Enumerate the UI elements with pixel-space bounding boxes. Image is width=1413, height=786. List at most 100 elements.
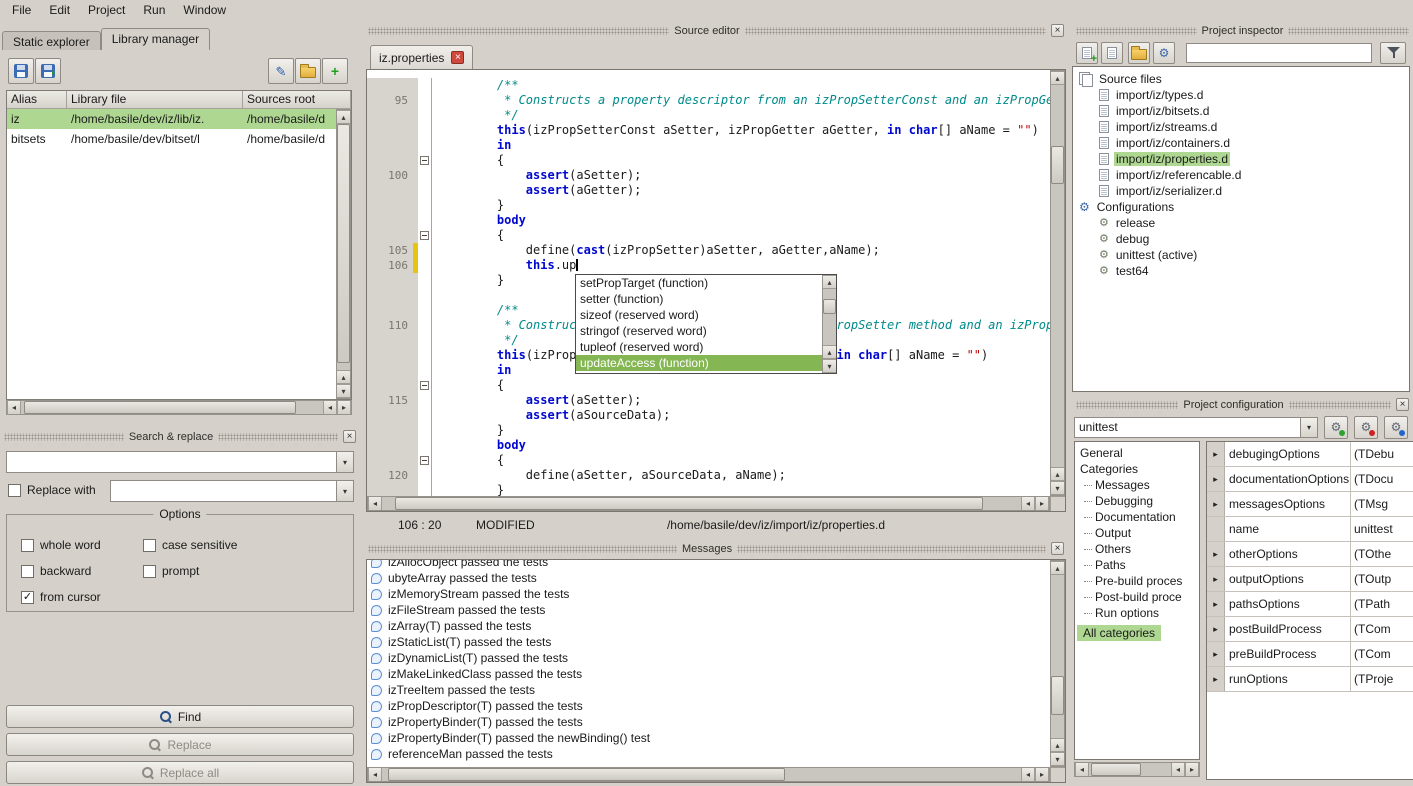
code-text[interactable]: */ <box>432 108 1050 123</box>
tab-library-manager[interactable]: Library manager <box>101 28 210 50</box>
tab-static-explorer[interactable]: Static explorer <box>2 31 101 50</box>
category-item[interactable]: General <box>1075 445 1199 461</box>
tree-item-file[interactable]: import/iz/containers.d <box>1073 135 1409 151</box>
scroll-down-button[interactable]: ▾ <box>337 384 350 398</box>
expand-arrow-icon[interactable]: ▸ <box>1207 567 1225 591</box>
fold-toggle-icon[interactable] <box>420 381 429 390</box>
configuration-selector[interactable]: unittest ▾ <box>1074 417 1318 438</box>
code-text[interactable]: body <box>432 213 1050 228</box>
checkbox-icon[interactable] <box>143 539 156 552</box>
scroll-right-button[interactable]: ▸ <box>1035 497 1049 510</box>
property-row[interactable]: ▸documentationOptions(TDocu <box>1207 467 1413 492</box>
replace-with-checkbox[interactable] <box>8 484 21 497</box>
scroll-thumb[interactable] <box>823 299 836 314</box>
option-prompt[interactable]: prompt <box>143 563 237 579</box>
close-icon[interactable]: × <box>343 430 356 443</box>
message-item[interactable]: izPropDescriptor(T) passed the tests <box>367 698 1050 714</box>
property-value[interactable]: unittest <box>1351 517 1413 541</box>
add-library-button[interactable]: + <box>322 58 348 84</box>
property-row[interactable]: ▸otherOptions(TOthe <box>1207 542 1413 567</box>
option-whole-word[interactable]: whole word <box>21 537 101 553</box>
property-row[interactable]: ▸messagesOptions(TMsg <box>1207 492 1413 517</box>
expand-arrow-icon[interactable]: ▸ <box>1207 617 1225 641</box>
code-text[interactable]: assert(aSetter); <box>432 168 1050 183</box>
expand-arrow-icon[interactable]: ▸ <box>1207 492 1225 516</box>
completion-item[interactable]: updateAccess (function) <box>576 355 822 371</box>
add-configuration-button[interactable]: ⚙ <box>1324 416 1348 439</box>
tree-item-file[interactable]: import/iz/serializer.d <box>1073 183 1409 199</box>
scroll-track[interactable] <box>382 768 1021 781</box>
code-text[interactable]: { <box>432 153 1050 168</box>
code-text[interactable]: { <box>432 453 1050 468</box>
scroll-track[interactable] <box>1089 763 1171 776</box>
category-item[interactable]: Messages <box>1075 477 1199 493</box>
scroll-down-button[interactable]: ▾ <box>1051 481 1064 495</box>
checkbox-icon[interactable] <box>143 565 156 578</box>
property-value[interactable]: (TDocu <box>1351 467 1413 491</box>
open-folder-button[interactable] <box>1128 42 1150 64</box>
scroll-track[interactable] <box>382 497 1021 510</box>
tab-close-icon[interactable]: × <box>451 51 464 64</box>
tree-item-file[interactable]: import/iz/properties.d <box>1073 151 1409 167</box>
scroll-left-button[interactable]: ◂ <box>7 401 21 414</box>
scroll-up-button[interactable]: ▴ <box>1051 738 1064 752</box>
menu-item-edit[interactable]: Edit <box>41 2 78 18</box>
close-icon[interactable]: × <box>1051 24 1064 37</box>
scroll-right-button[interactable]: ▸ <box>1185 763 1199 776</box>
category-item[interactable]: Run options <box>1075 605 1199 621</box>
add-source-button[interactable]: + <box>1076 42 1098 64</box>
code-text[interactable]: in <box>432 138 1050 153</box>
code-text[interactable]: /** <box>432 78 1050 93</box>
tree-item-configuration[interactable]: ⚙release <box>1073 215 1409 231</box>
option-case-sensitive[interactable]: case sensitive <box>143 537 237 553</box>
scroll-left-button[interactable]: ◂ <box>1021 768 1035 781</box>
scroll-thumb[interactable] <box>395 497 983 510</box>
fold-toggle-icon[interactable] <box>420 231 429 240</box>
code-text[interactable]: body <box>432 438 1050 453</box>
find-button[interactable]: Find <box>6 705 354 728</box>
scroll-up-button[interactable]: ▴ <box>823 345 836 359</box>
menu-item-project[interactable]: Project <box>80 2 133 18</box>
menu-item-run[interactable]: Run <box>135 2 173 18</box>
tree-item-configuration[interactable]: ⚙debug <box>1073 231 1409 247</box>
scroll-track[interactable] <box>337 124 350 370</box>
library-table-vscrollbar[interactable]: ▴▴▾ <box>336 109 351 399</box>
replace-all-button[interactable]: Replace all <box>6 761 354 784</box>
completion-item[interactable]: stringof (reserved word) <box>576 323 822 339</box>
scroll-up-button[interactable]: ▴ <box>337 110 350 124</box>
tree-item-configurations[interactable]: ⚙Configurations <box>1073 199 1409 215</box>
clone-configuration-button[interactable]: ⚙ <box>1384 416 1408 439</box>
scroll-thumb[interactable] <box>388 768 784 781</box>
tree-item-file[interactable]: import/iz/streams.d <box>1073 119 1409 135</box>
message-item[interactable]: izDynamicList(T) passed the tests <box>367 650 1050 666</box>
category-item[interactable]: Post-build proce <box>1075 589 1199 605</box>
editor-hscrollbar[interactable]: ◂◂▸ <box>367 496 1050 511</box>
property-row[interactable]: ▸preBuildProcess(TCom <box>1207 642 1413 667</box>
category-item[interactable]: Output <box>1075 525 1199 541</box>
code-text[interactable]: assert(aGetter); <box>432 183 1050 198</box>
code-text[interactable]: } <box>432 198 1050 213</box>
property-value[interactable]: (TProje <box>1351 667 1413 691</box>
message-item[interactable]: izAllocObject passed the tests <box>367 560 1050 570</box>
scroll-track[interactable] <box>823 289 836 345</box>
scroll-right-button[interactable]: ▸ <box>1035 768 1049 781</box>
close-icon[interactable]: × <box>1396 398 1409 411</box>
completion-item[interactable]: setter (function) <box>576 291 822 307</box>
property-row[interactable]: ▸runOptions(TProje <box>1207 667 1413 692</box>
property-value[interactable]: (TOutp <box>1351 567 1413 591</box>
code-text[interactable]: assert(aSourceData); <box>432 408 1050 423</box>
property-value[interactable]: (TCom <box>1351 642 1413 666</box>
scroll-track[interactable] <box>1051 575 1064 738</box>
search-term-combobox[interactable]: ▾ <box>6 451 354 473</box>
category-item[interactable]: Debugging <box>1075 493 1199 509</box>
scroll-track[interactable] <box>21 401 323 414</box>
property-value[interactable]: (TPath <box>1351 592 1413 616</box>
property-row[interactable]: ▸postBuildProcess(TCom <box>1207 617 1413 642</box>
scroll-track[interactable] <box>1051 85 1064 467</box>
message-item[interactable]: referenceMan passed the tests <box>367 746 1050 762</box>
search-term-value[interactable] <box>7 452 336 472</box>
scroll-up-button[interactable]: ▴ <box>1051 71 1064 85</box>
chevron-down-icon[interactable]: ▾ <box>336 481 353 501</box>
replace-term-value[interactable] <box>111 481 336 501</box>
save-library-list-button[interactable] <box>8 58 34 84</box>
